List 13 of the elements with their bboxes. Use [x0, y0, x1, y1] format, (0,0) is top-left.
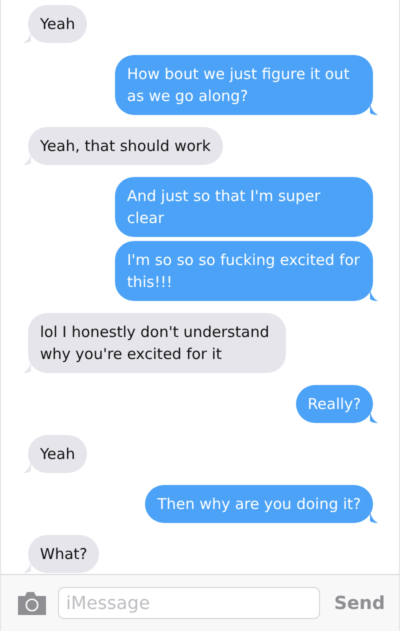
- sent-message-bubble: Really?: [296, 385, 373, 423]
- sent-message-bubble: Then why are you doing it?: [145, 485, 373, 523]
- received-message-bubble: Yeah, that should work: [28, 127, 223, 165]
- message-input-field[interactable]: iMessage: [58, 587, 320, 619]
- received-message-bubble: lol I honestly don't understand why you're excited for it: [28, 313, 286, 373]
- sent-message-bubble: And just so that I'm super clear: [115, 177, 373, 237]
- received-message-bubble: Yeah: [28, 435, 88, 473]
- received-message-bubble: Yeah: [28, 5, 88, 43]
- sent-message-bubble: I'm so so so fucking excited for this!!!: [115, 241, 373, 301]
- received-message-bubble: What?: [28, 535, 100, 573]
- send-button[interactable]: Send: [330, 592, 385, 614]
- camera-icon[interactable]: [16, 590, 48, 616]
- sent-message-bubble: How bout we just figure it out as we go along?: [115, 55, 373, 115]
